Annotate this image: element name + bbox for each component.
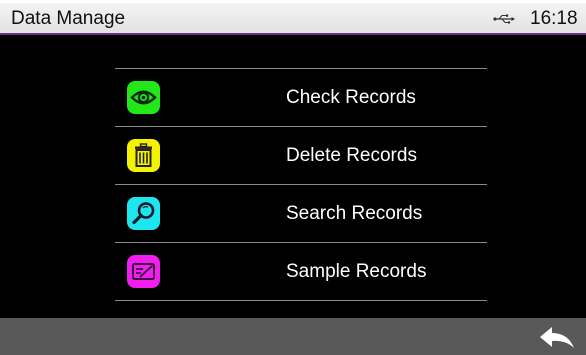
trash-icon xyxy=(127,139,160,172)
magnifier-icon xyxy=(127,197,160,230)
delete-records-label: Delete Records xyxy=(286,145,417,166)
divider xyxy=(115,300,487,301)
search-records-button[interactable]: Search Records xyxy=(115,185,487,242)
clock: 16:18 xyxy=(530,8,578,29)
page-title: Data Manage xyxy=(11,8,126,29)
back-arrow-icon[interactable] xyxy=(538,324,578,352)
check-records-label: Check Records xyxy=(286,87,416,108)
delete-records-button[interactable]: Delete Records xyxy=(115,127,487,184)
bottom-bar xyxy=(0,318,586,355)
status-bar: Data Manage 16:18 xyxy=(0,0,586,35)
sample-card-icon xyxy=(127,255,160,288)
usb-icon xyxy=(493,14,515,24)
records-menu: Check Records Delete Records Search Reco… xyxy=(115,68,487,301)
sample-records-button[interactable]: Sample Records xyxy=(115,243,487,300)
search-records-label: Search Records xyxy=(286,203,423,224)
sample-records-label: Sample Records xyxy=(286,261,427,282)
check-records-button[interactable]: Check Records xyxy=(115,69,487,126)
eye-icon xyxy=(127,81,160,114)
screen: Data Manage 16:18 Check Records Delete R… xyxy=(0,0,586,355)
